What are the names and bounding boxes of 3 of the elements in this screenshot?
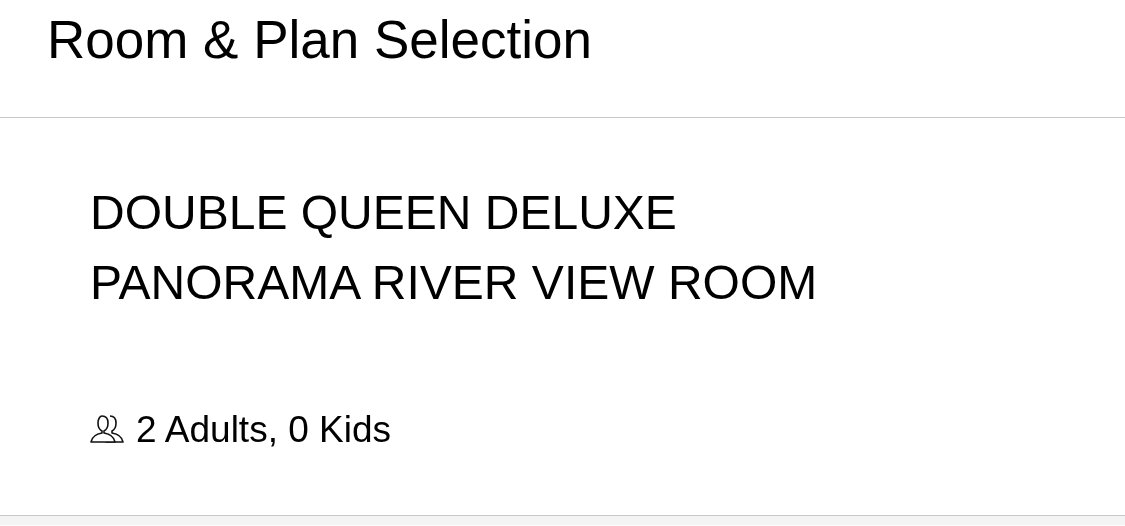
page-title: Room & Plan Selection — [47, 10, 592, 70]
room-name: DOUBLE QUEEN DELUXE PANORAMA RIVER VIEW ROOM — [90, 185, 819, 311]
guest-count: 2 Adults, 0 Kids — [136, 408, 392, 452]
